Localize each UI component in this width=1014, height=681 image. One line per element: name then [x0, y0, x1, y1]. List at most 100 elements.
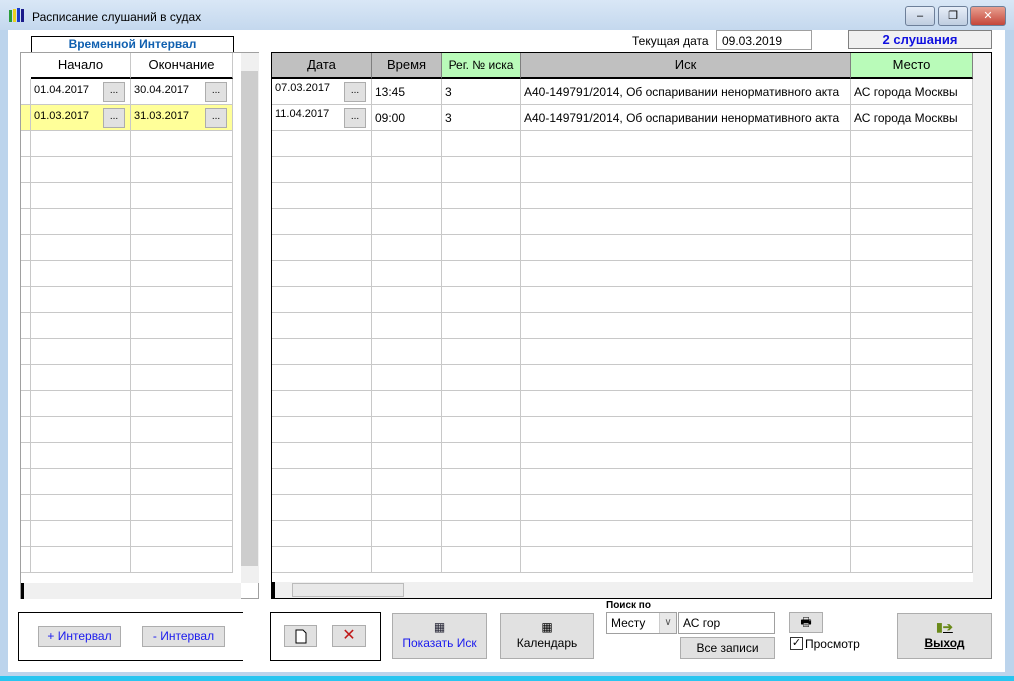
place-cell[interactable]: АС города Москвы	[851, 79, 973, 105]
date-cell[interactable]	[272, 417, 372, 443]
interval-end-cell[interactable]	[131, 495, 233, 521]
place-cell[interactable]	[851, 469, 973, 495]
interval-end-cell[interactable]	[131, 209, 233, 235]
date-picker-button[interactable]: ...	[103, 82, 125, 102]
date-picker-button[interactable]: ...	[344, 108, 366, 128]
date-cell[interactable]	[272, 183, 372, 209]
interval-end-cell[interactable]	[131, 261, 233, 287]
add-interval-button[interactable]: + Интервал	[38, 626, 121, 647]
time-cell[interactable]	[372, 391, 442, 417]
column-header-time[interactable]: Время	[372, 53, 442, 79]
time-cell[interactable]	[372, 313, 442, 339]
date-picker-button[interactable]: ...	[205, 82, 227, 102]
interval-end-cell[interactable]	[131, 131, 233, 157]
interval-start-cell[interactable]	[31, 547, 131, 573]
column-header-end[interactable]: Окончание	[131, 53, 233, 79]
time-cell[interactable]: 13:45	[372, 79, 442, 105]
reg-cell[interactable]	[442, 521, 521, 547]
scrollbar-thumb[interactable]	[292, 583, 404, 597]
interval-start-cell[interactable]	[31, 235, 131, 261]
reg-cell[interactable]	[442, 183, 521, 209]
reg-cell[interactable]	[442, 365, 521, 391]
date-cell[interactable]	[272, 131, 372, 157]
place-cell[interactable]	[851, 235, 973, 261]
claim-cell[interactable]	[521, 313, 851, 339]
interval-start-cell[interactable]	[31, 495, 131, 521]
place-cell[interactable]	[851, 547, 973, 573]
new-record-button[interactable]	[284, 625, 317, 647]
date-cell[interactable]	[272, 235, 372, 261]
restore-button[interactable]: ❐	[938, 6, 968, 26]
claim-cell[interactable]	[521, 209, 851, 235]
date-cell[interactable]	[272, 521, 372, 547]
date-picker-button[interactable]: ...	[344, 82, 366, 102]
place-cell[interactable]: АС города Москвы	[851, 105, 973, 131]
time-cell[interactable]: 09:00	[372, 105, 442, 131]
date-picker-button[interactable]: ...	[103, 108, 125, 128]
time-cell[interactable]	[372, 261, 442, 287]
date-cell[interactable]	[272, 287, 372, 313]
claim-cell[interactable]: А40-149791/2014, Об оспаривании ненормат…	[521, 105, 851, 131]
claim-cell[interactable]	[521, 339, 851, 365]
reg-cell[interactable]	[442, 339, 521, 365]
place-cell[interactable]	[851, 339, 973, 365]
interval-end-cell[interactable]	[131, 183, 233, 209]
all-records-button[interactable]: Все записи	[680, 637, 775, 659]
interval-end-cell[interactable]	[131, 157, 233, 183]
reg-cell[interactable]	[442, 313, 521, 339]
horizontal-scrollbar[interactable]	[21, 583, 241, 599]
interval-end-cell[interactable]	[131, 235, 233, 261]
reg-cell[interactable]	[442, 417, 521, 443]
preview-checkbox[interactable]: ✓	[790, 637, 803, 650]
interval-start-cell[interactable]	[31, 209, 131, 235]
exit-button[interactable]: ▮➔ Выход	[897, 613, 992, 659]
claim-cell[interactable]	[521, 183, 851, 209]
reg-cell[interactable]	[442, 469, 521, 495]
vertical-scrollbar[interactable]	[973, 53, 991, 582]
date-cell[interactable]	[272, 339, 372, 365]
reg-cell[interactable]	[442, 547, 521, 573]
show-claim-button[interactable]: ▦ Показать Иск	[392, 613, 487, 659]
date-cell[interactable]: 11.04.2017...	[272, 105, 372, 131]
date-cell[interactable]	[272, 469, 372, 495]
column-header-start[interactable]: Начало	[31, 53, 131, 79]
date-picker-button[interactable]: ...	[205, 108, 227, 128]
claim-cell[interactable]	[521, 235, 851, 261]
column-header-place[interactable]: Место	[851, 53, 973, 79]
time-cell[interactable]	[372, 469, 442, 495]
interval-start-cell[interactable]	[31, 391, 131, 417]
claim-cell[interactable]	[521, 443, 851, 469]
interval-start-cell[interactable]	[31, 417, 131, 443]
close-button[interactable]: ✕	[970, 6, 1006, 26]
place-cell[interactable]	[851, 131, 973, 157]
place-cell[interactable]	[851, 313, 973, 339]
date-cell[interactable]	[272, 261, 372, 287]
claim-cell[interactable]	[521, 365, 851, 391]
interval-start-cell[interactable]	[31, 365, 131, 391]
date-cell[interactable]	[272, 209, 372, 235]
claim-cell[interactable]	[521, 417, 851, 443]
date-cell[interactable]	[272, 443, 372, 469]
place-cell[interactable]	[851, 521, 973, 547]
reg-cell[interactable]	[442, 157, 521, 183]
place-cell[interactable]	[851, 157, 973, 183]
claim-cell[interactable]	[521, 287, 851, 313]
claim-cell[interactable]	[521, 547, 851, 573]
interval-end-cell[interactable]	[131, 287, 233, 313]
column-header-claim[interactable]: Иск	[521, 53, 851, 79]
reg-cell[interactable]	[442, 287, 521, 313]
search-field-select[interactable]: Месту ∨	[606, 612, 677, 634]
interval-start-cell[interactable]	[31, 183, 131, 209]
minimize-button[interactable]: –	[905, 6, 935, 26]
delete-record-button[interactable]: ✕	[332, 625, 366, 647]
date-cell[interactable]	[272, 157, 372, 183]
place-cell[interactable]	[851, 495, 973, 521]
claim-cell[interactable]	[521, 469, 851, 495]
claim-cell[interactable]	[521, 521, 851, 547]
date-cell[interactable]: 07.03.2017...	[272, 79, 372, 105]
interval-end-cell[interactable]	[131, 469, 233, 495]
interval-end-cell[interactable]: 30.04.2017...	[131, 79, 233, 105]
reg-cell[interactable]: 3	[442, 79, 521, 105]
claim-cell[interactable]	[521, 157, 851, 183]
place-cell[interactable]	[851, 417, 973, 443]
